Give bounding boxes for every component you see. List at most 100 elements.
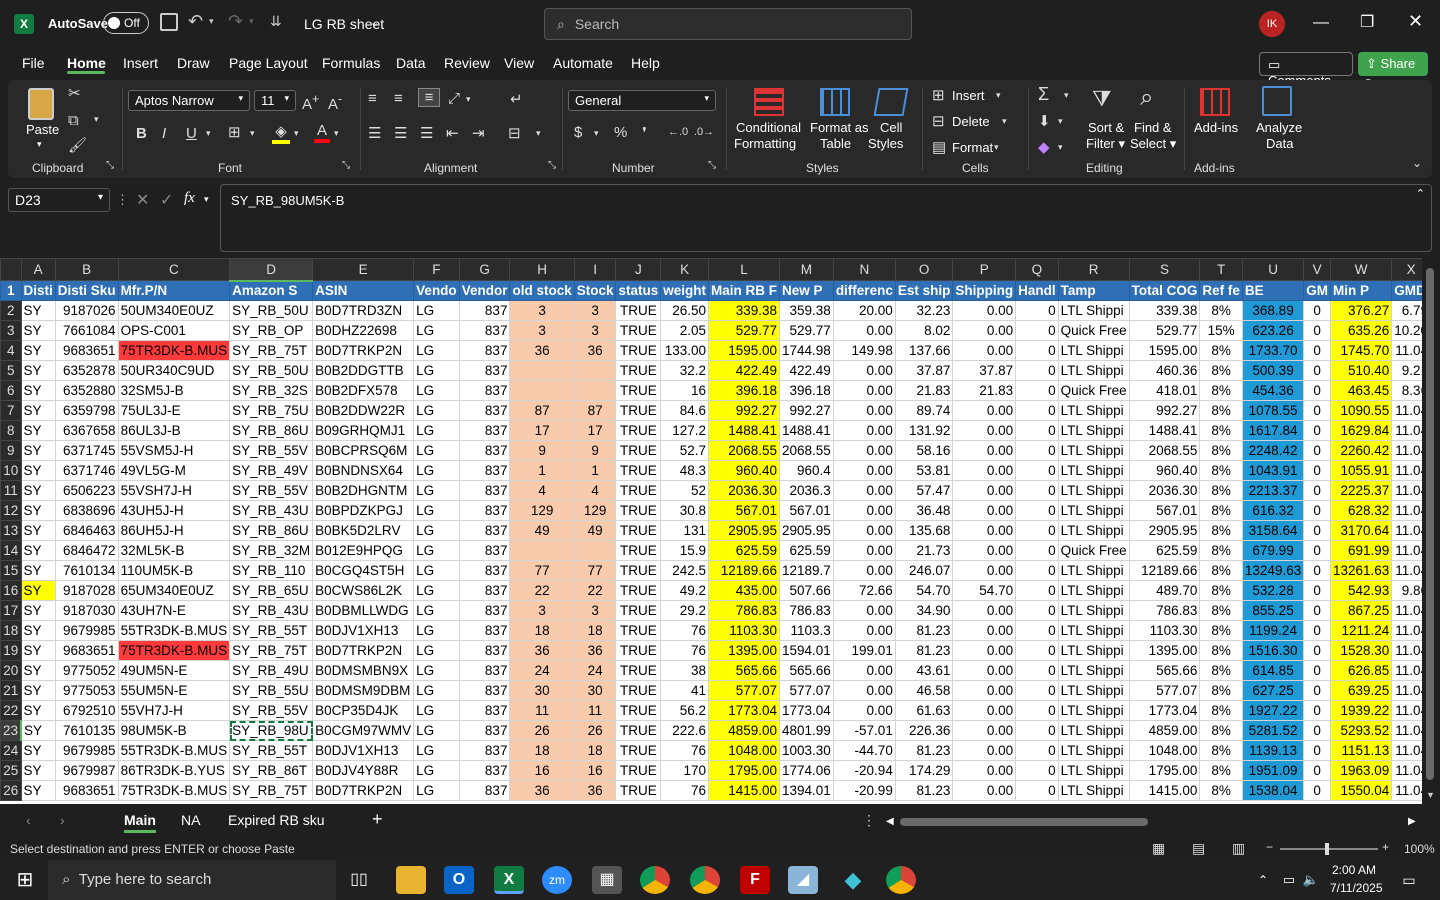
cell[interactable]: TRUE	[615, 620, 662, 641]
cell[interactable]: 837	[458, 760, 511, 781]
increase-font-icon[interactable]: A+	[302, 92, 319, 113]
row-header[interactable]: 1	[0, 280, 22, 301]
cell[interactable]: 0	[1015, 560, 1059, 581]
autosave-toggle[interactable]: Off	[103, 12, 149, 34]
cell[interactable]: LG	[413, 700, 460, 721]
clear-dropdown-icon[interactable]: ▾	[1058, 142, 1063, 153]
cell[interactable]: 55VSM5J-H	[117, 440, 231, 461]
cell[interactable]: 9187030	[54, 600, 119, 621]
menu-view[interactable]: View	[504, 55, 534, 71]
redo-icon[interactable]: ↷	[228, 11, 243, 32]
cell[interactable]: 1395.00	[708, 640, 780, 661]
italic-icon[interactable]: I	[162, 125, 166, 142]
cell[interactable]: 623.26	[1241, 320, 1305, 341]
cell[interactable]: 0	[1015, 700, 1059, 721]
cell[interactable]: 0.00	[832, 360, 896, 381]
row-header[interactable]: 8	[0, 420, 22, 441]
cell[interactable]: 52	[660, 480, 709, 501]
cell[interactable]: 4	[573, 480, 617, 501]
cell[interactable]: B0BK5D2LRV	[312, 520, 415, 541]
cell[interactable]: 1744.98	[779, 340, 834, 361]
cell[interactable]: 0.00	[832, 540, 896, 561]
header-cell[interactable]: Main RB F	[708, 280, 780, 301]
cell[interactable]: 55TR3DK-B.MUS	[117, 620, 231, 641]
cell[interactable]: 6846463	[54, 520, 119, 541]
outlook-icon[interactable]: O	[444, 866, 474, 894]
customize-toolbar-icon[interactable]: ⇊	[270, 13, 282, 30]
menu-help[interactable]: Help	[631, 55, 660, 71]
cell[interactable]: 0.00	[952, 320, 1017, 341]
zoom-in-icon[interactable]: +	[1382, 840, 1389, 854]
font-color-icon[interactable]: A	[314, 122, 330, 143]
cell[interactable]: B0DJV1XH13	[312, 740, 415, 761]
cell[interactable]: SY	[20, 540, 56, 561]
chrome-second-icon[interactable]	[886, 866, 916, 894]
cell[interactable]: 837	[458, 660, 511, 681]
cell[interactable]: 8%	[1199, 300, 1243, 321]
cell[interactable]: TRUE	[615, 340, 662, 361]
column-header[interactable]: J	[615, 258, 662, 281]
cell[interactable]: 435.00	[708, 580, 780, 601]
cell-styles-label-2[interactable]: Styles	[868, 136, 903, 152]
cell[interactable]: 418.01	[1128, 380, 1201, 401]
cell[interactable]: 837	[458, 400, 511, 421]
cell[interactable]: 9	[509, 440, 575, 461]
cell[interactable]: B0BPDZKPGJ	[312, 500, 415, 521]
cell[interactable]: SY_RB_110	[229, 560, 314, 581]
header-cell[interactable]: Shipping	[952, 280, 1017, 301]
header-cell[interactable]: Tamp	[1057, 280, 1130, 301]
cell[interactable]: 691.99	[1329, 540, 1393, 561]
cell[interactable]: TRUE	[615, 360, 662, 381]
column-header[interactable]: S	[1128, 258, 1201, 281]
header-cell[interactable]: weight	[660, 280, 709, 301]
header-cell[interactable]: Mfr.P/N	[117, 280, 231, 301]
cell[interactable]: 8%	[1199, 660, 1243, 681]
find-select-icon[interactable]: ⌕	[1140, 84, 1153, 112]
cell[interactable]: 6.79	[1391, 300, 1422, 321]
column-header[interactable]: G	[458, 258, 511, 281]
cell[interactable]: 2036.30	[708, 480, 780, 501]
cell[interactable]: SY_RB_32M	[229, 540, 314, 561]
cell[interactable]: TRUE	[615, 520, 662, 541]
header-cell[interactable]: Handl	[1015, 280, 1059, 301]
cell[interactable]: 4801.99	[779, 720, 834, 741]
cell[interactable]: 567.01	[708, 500, 780, 521]
cell[interactable]: 2905.95	[708, 520, 780, 541]
vertical-scrollbar[interactable]: ▼	[1422, 258, 1440, 804]
cell[interactable]: B0DJV4Y88R	[312, 760, 415, 781]
cell[interactable]: SY_RB_50U	[229, 300, 314, 321]
cell[interactable]: 639.25	[1329, 680, 1393, 701]
cell[interactable]: TRUE	[615, 600, 662, 621]
cell[interactable]: 0	[1303, 580, 1331, 601]
cell[interactable]: 30	[509, 680, 575, 701]
row-header[interactable]: 14	[0, 540, 22, 561]
cell[interactable]: 2248.42	[1241, 440, 1305, 461]
cell[interactable]: 11.04	[1391, 400, 1422, 421]
row-header[interactable]: 3	[0, 320, 22, 341]
cell[interactable]: 11.04	[1391, 480, 1422, 501]
cell[interactable]: 1415.00	[1128, 780, 1201, 801]
cell[interactable]: 837	[458, 720, 511, 741]
cell[interactable]: TRUE	[615, 480, 662, 501]
header-cell[interactable]: Est ship	[894, 280, 954, 301]
cell[interactable]: 786.83	[1128, 600, 1201, 621]
cell[interactable]: 0	[1303, 460, 1331, 481]
cell[interactable]: TRUE	[615, 460, 662, 481]
menu-page-layout[interactable]: Page Layout	[229, 55, 308, 71]
column-header[interactable]: F	[413, 258, 460, 281]
cell[interactable]: 11.04	[1391, 440, 1422, 461]
cell[interactable]: 20.00	[832, 300, 896, 321]
cell[interactable]: B0DMSMBN9X	[312, 660, 415, 681]
cell[interactable]: LG	[413, 340, 460, 361]
header-cell[interactable]: Disti Sku	[54, 280, 119, 301]
find-select-label-2[interactable]: Select ▾	[1130, 136, 1176, 152]
cell[interactable]: 565.66	[779, 660, 834, 681]
cell[interactable]: SY	[20, 460, 56, 481]
cell[interactable]: 9683651	[54, 340, 119, 361]
cell[interactable]: LG	[413, 580, 460, 601]
header-cell[interactable]: Vendor	[458, 280, 511, 301]
cell[interactable]: 226.36	[894, 720, 954, 741]
undo-dropdown-icon[interactable]: ▾	[209, 16, 214, 27]
cell[interactable]: 4859.00	[1128, 720, 1201, 741]
header-cell[interactable]: status	[615, 280, 662, 301]
